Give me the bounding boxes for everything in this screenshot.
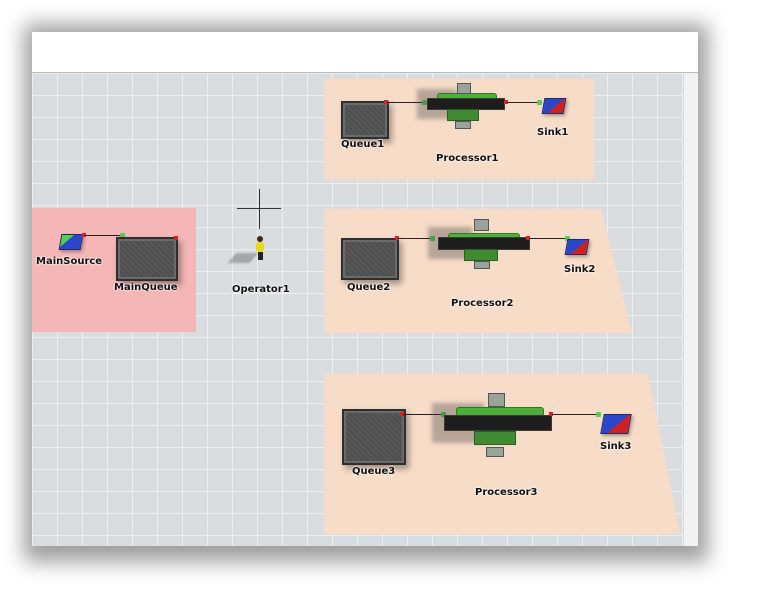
- sink1-object[interactable]: [541, 98, 567, 114]
- queue1-label: Queue1: [341, 139, 385, 150]
- processor3-label: Processor3: [475, 487, 538, 498]
- queue2-object[interactable]: [341, 238, 399, 280]
- queue1-object[interactable]: [341, 101, 389, 139]
- processor2-object[interactable]: [428, 219, 530, 273]
- queue2-label: Queue2: [347, 282, 391, 293]
- operator-legs: [258, 252, 263, 260]
- sink3-object[interactable]: [600, 414, 632, 434]
- processor1-label: Processor1: [436, 153, 499, 164]
- processor2-label: Processor2: [451, 298, 514, 309]
- connector-line: [84, 235, 122, 236]
- operator-label: Operator1: [232, 284, 290, 295]
- operator-figure[interactable]: [256, 242, 264, 252]
- output-port: [174, 236, 178, 240]
- operator-shadow: [227, 253, 259, 263]
- queue3-object[interactable]: [342, 409, 406, 465]
- queue3-label: Queue3: [352, 466, 396, 477]
- processor3-object[interactable]: [432, 393, 554, 463]
- main-queue-label: MainQueue: [114, 282, 178, 293]
- input-port: [537, 100, 542, 105]
- connector-line: [398, 238, 432, 239]
- connector-line: [507, 102, 539, 103]
- crosshair-icon: [259, 189, 260, 229]
- connector-line: [552, 414, 598, 415]
- model-grid-canvas[interactable]: MainSource MainQueue Operator1 Queue1 Pr…: [32, 73, 684, 546]
- input-port: [596, 412, 601, 417]
- main-queue-object[interactable]: [116, 237, 178, 281]
- main-source-label: MainSource: [36, 256, 103, 267]
- vertical-scrollbar[interactable]: [683, 73, 698, 546]
- sink3-label: Sink3: [600, 441, 632, 452]
- sink1-label: Sink1: [537, 127, 569, 138]
- window-titlebar: [32, 32, 698, 73]
- sink2-object[interactable]: [564, 239, 590, 255]
- connector-line: [529, 238, 567, 239]
- processor1-object[interactable]: [417, 83, 505, 133]
- sink2-label: Sink2: [564, 264, 596, 275]
- main-source-object[interactable]: [58, 234, 84, 250]
- model-view-window: MainSource MainQueue Operator1 Queue1 Pr…: [32, 32, 698, 546]
